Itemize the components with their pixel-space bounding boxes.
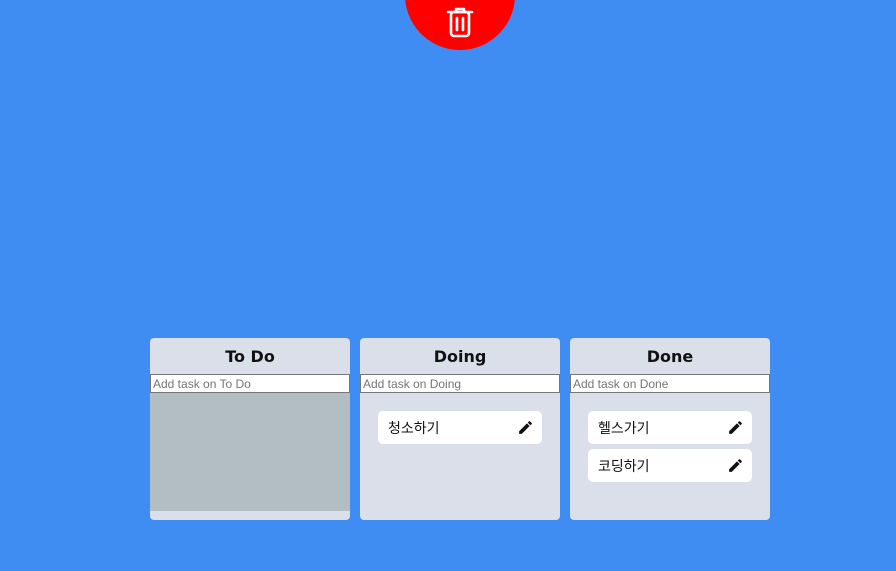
add-task-form [570,374,770,393]
task-card-text: 코딩하기 [598,458,650,475]
pencil-icon[interactable] [516,419,534,437]
task-card-text: 청소하기 [388,420,440,437]
add-task-input[interactable] [360,374,560,393]
board-doing: Doing 청소하기 [360,338,560,520]
add-task-form [360,374,560,393]
page: To Do Doing 청소하기 Done [0,0,896,571]
task-card[interactable]: 코딩하기 [588,449,752,482]
drop-area[interactable]: 헬스가기 코딩하기 [570,393,770,520]
add-task-input[interactable] [570,374,770,393]
pencil-icon[interactable] [726,419,744,437]
add-task-form [150,374,350,393]
board-title: To Do [225,347,275,366]
board-done: Done 헬스가기 코딩하기 [570,338,770,520]
drop-area[interactable]: 청소하기 [360,393,560,520]
pencil-icon[interactable] [726,457,744,475]
drop-area-highlighted[interactable] [150,393,350,511]
trash-icon [446,6,474,38]
task-card[interactable]: 헬스가기 [588,411,752,444]
board-todo: To Do [150,338,350,520]
add-task-input[interactable] [150,374,350,393]
task-card-text: 헬스가기 [598,420,650,437]
trash-drop-zone[interactable] [405,0,515,50]
board-title: Done [646,347,694,366]
board-title: Doing [433,347,487,366]
boards-container: To Do Doing 청소하기 Done [150,338,770,520]
task-card[interactable]: 청소하기 [378,411,542,444]
